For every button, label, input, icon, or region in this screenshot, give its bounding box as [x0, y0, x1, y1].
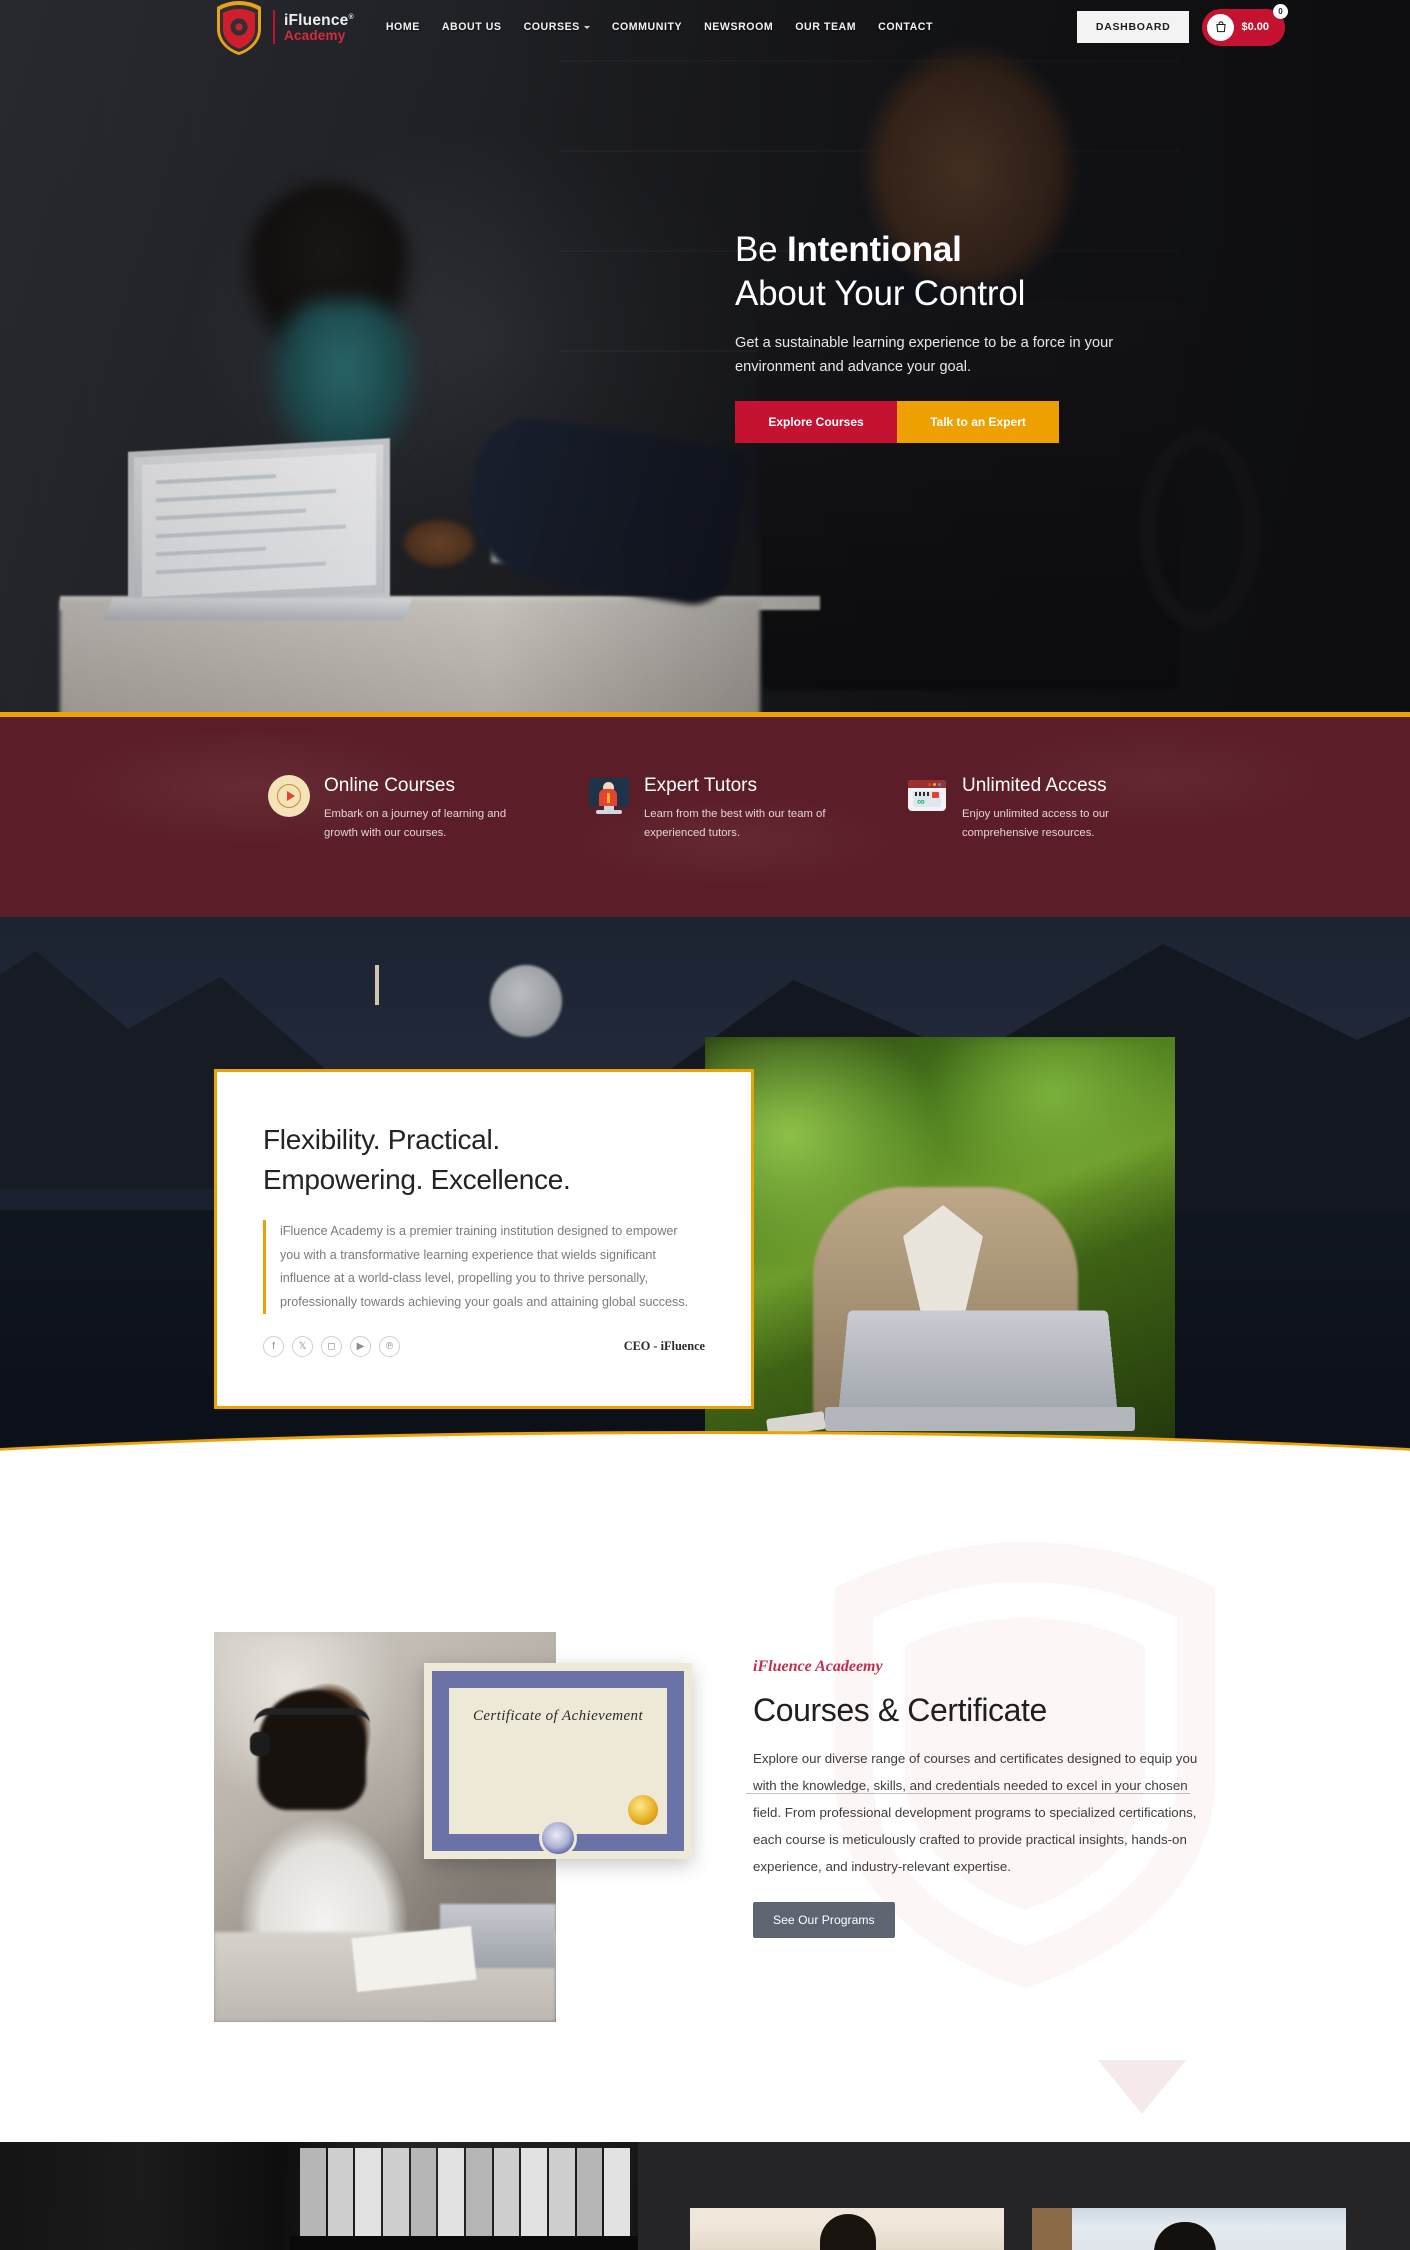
- about-heading: Flexibility. Practical. Empowering. Exce…: [263, 1124, 571, 1195]
- browser-infinity-icon: ∞: [906, 775, 948, 817]
- brand-text: iFluence® Academy: [273, 9, 354, 45]
- logo[interactable]: iFluence® Academy: [213, 0, 354, 55]
- dashboard-button[interactable]: DASHBOARD: [1076, 11, 1190, 43]
- nav-item-courses[interactable]: COURSES: [524, 21, 590, 33]
- ceo-signature: CEO - iFluence: [623, 1339, 705, 1354]
- accent-bar-decoration: [375, 965, 379, 1005]
- feature-text: Embark on a journey of learning and grow…: [324, 808, 507, 839]
- certificate-seal-icon: [628, 1795, 658, 1825]
- feature-online-courses: Online Courses Embark on a journey of le…: [268, 775, 588, 843]
- courses-paragraph: Explore our diverse range of courses and…: [753, 1751, 1198, 1874]
- hero-buttons: Explore Courses Talk to an Expert: [735, 401, 1255, 443]
- x-twitter-icon[interactable]: 𝕏: [292, 1336, 313, 1358]
- features-band: Online Courses Embark on a journey of le…: [0, 712, 1410, 917]
- nav-item-contact[interactable]: CONTACT: [878, 21, 933, 33]
- section-divider-wave: [0, 1434, 1410, 1524]
- brand-line-2: Academy: [284, 28, 346, 44]
- testimonial-card-photo[interactable]: [690, 2208, 1004, 2250]
- about-card: Flexibility. Practical. Empowering. Exce…: [214, 1069, 754, 1409]
- shield-logo-icon: [213, 0, 265, 55]
- courses-heading: Courses & Certificate: [753, 1692, 1047, 1728]
- cart-amount: $0.00: [1241, 21, 1269, 33]
- cart-button[interactable]: $0.00 0: [1202, 3, 1288, 46]
- feature-unlimited-access: ∞ Unlimited Access Enjoy unlimited acces…: [906, 775, 1226, 843]
- brand-line-1: iFluence®: [284, 12, 354, 30]
- facebook-icon[interactable]: f: [263, 1336, 284, 1358]
- cart-count-badge: 0: [1273, 3, 1288, 19]
- social-links: f 𝕏 ◻ ▶ ℗: [263, 1336, 400, 1358]
- see-our-programs-button[interactable]: See Our Programs: [753, 1902, 895, 1938]
- main-navigation: HOME ABOUT US COURSES COMMUNITY NEWSROOM…: [386, 21, 933, 33]
- accent-rule: [263, 1220, 266, 1315]
- feature-text: Learn from the best with our team of exp…: [644, 808, 826, 839]
- hero-section: iFluence® Academy HOME ABOUT US COURSES …: [0, 0, 1410, 712]
- about-photo: [705, 1037, 1175, 1447]
- hero-copy: Be Intentional About Your Control Get a …: [735, 228, 1255, 443]
- explore-courses-button[interactable]: Explore Courses: [735, 401, 897, 443]
- certificate-image: Certificate of Achievement: [424, 1663, 692, 1859]
- feature-expert-tutors: Expert Tutors Learn from the best with o…: [588, 775, 906, 843]
- brand-registered-mark: ®: [348, 13, 354, 21]
- certificate-title: Certificate of Achievement: [472, 1708, 644, 1724]
- nav-item-home[interactable]: HOME: [386, 21, 420, 33]
- about-paragraph: iFluence Academy is a premier training i…: [280, 1224, 689, 1309]
- render-artifact: [746, 1793, 1190, 1806]
- feature-title: Unlimited Access: [962, 775, 1107, 796]
- bookshelf-photo: [0, 2142, 638, 2250]
- pinterest-icon[interactable]: ℗: [379, 1336, 400, 1358]
- bottom-section: [0, 2142, 1410, 2250]
- presenter-monitor-icon: [588, 775, 630, 817]
- feature-title: Online Courses: [324, 775, 455, 796]
- youtube-icon[interactable]: ▶: [350, 1336, 371, 1358]
- watermark-tip-decoration: [1098, 2060, 1186, 2114]
- nav-item-our-team[interactable]: OUR TEAM: [795, 21, 856, 33]
- nav-item-newsroom[interactable]: NEWSROOM: [704, 21, 773, 33]
- feature-title: Expert Tutors: [644, 775, 757, 796]
- hero-title: Be Intentional About Your Control: [735, 230, 1026, 313]
- hero-paragraph: Get a sustainable learning experience to…: [735, 335, 1114, 375]
- shopping-bag-icon: [1207, 13, 1235, 41]
- feature-text: Enjoy unlimited access to our comprehens…: [962, 808, 1109, 839]
- chevron-down-icon: [583, 25, 590, 29]
- header-actions: DASHBOARD $0.00 0: [1076, 3, 1288, 46]
- talk-to-expert-button[interactable]: Talk to an Expert: [897, 401, 1059, 443]
- certificate-medal-icon: [539, 1819, 577, 1857]
- nav-item-about-us[interactable]: ABOUT US: [442, 21, 502, 33]
- instagram-icon[interactable]: ◻: [321, 1336, 342, 1358]
- play-circle-icon: [268, 775, 310, 817]
- nav-item-community[interactable]: COMMUNITY: [612, 21, 682, 33]
- courses-eyebrow: iFluence Acadeemy: [753, 1658, 883, 1675]
- testimonial-card-photo[interactable]: [1032, 2208, 1346, 2250]
- moon-decoration: [490, 965, 562, 1037]
- site-header: iFluence® Academy HOME ABOUT US COURSES …: [0, 0, 1410, 55]
